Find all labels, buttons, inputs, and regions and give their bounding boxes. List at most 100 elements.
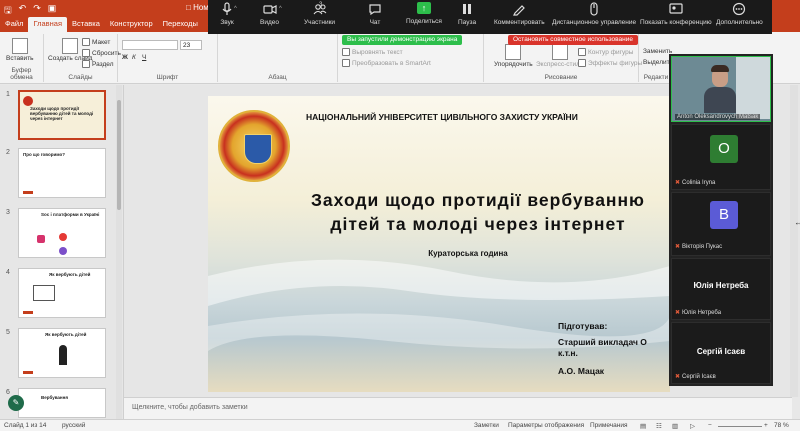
participants-count: 3 xyxy=(319,2,323,8)
replace-button[interactable]: Заменить xyxy=(643,48,672,55)
participant-video-feed xyxy=(704,65,736,113)
arrange-icon xyxy=(505,44,522,60)
thumb-accent xyxy=(23,311,33,314)
zoom-in-button[interactable]: + xyxy=(764,422,768,429)
show-meeting-button[interactable]: Показать конференцию xyxy=(640,2,712,26)
microphone-icon xyxy=(222,2,232,15)
notes-toggle[interactable]: Заметки xyxy=(474,422,499,429)
chat-button[interactable]: Чат xyxy=(368,2,382,26)
share-screen-icon: ↑ xyxy=(416,2,431,14)
display-settings[interactable]: Параметры отображения xyxy=(508,422,584,429)
slide-thumbnails-panel: 1 Заходи щодо протидії вербуванню дітей … xyxy=(0,85,124,419)
participants-button[interactable]: Участники 3 xyxy=(304,2,335,26)
participant-tile[interactable]: O ✖ Colinia Iryna xyxy=(671,124,771,190)
slides-group: Создать слайд Макет Сбросить Раздел Слай… xyxy=(44,34,121,82)
slide-thumbnail-2[interactable]: Про що говоримо? xyxy=(18,148,106,198)
participant-tile[interactable]: Юлія Нетреба ✖ Юлія Нетреба xyxy=(671,258,771,320)
window-title-fragment: □ Ном xyxy=(186,3,209,12)
reset-button[interactable]: Сбросить xyxy=(82,49,121,57)
annotate-button[interactable]: Комментировать xyxy=(494,2,545,26)
audio-button[interactable]: Звук ^ xyxy=(220,2,237,26)
emblem-icon xyxy=(23,96,33,106)
participant-name: Сергій Ісаєв xyxy=(682,373,716,380)
slide-canvas[interactable]: НАЦІОНАЛЬНИЙ УНІВЕРСИТЕТ ЦИВІЛЬНОГО ЗАХИ… xyxy=(208,96,670,392)
stop-share-button[interactable]: Остановить совместное использование xyxy=(508,35,638,45)
zoom-participants-panel: Anton Oleksandrovych Matsak O ✖ Colinia … xyxy=(669,54,773,386)
tab-file[interactable]: Файл xyxy=(0,17,28,32)
normal-view-icon[interactable]: ▤ xyxy=(640,422,646,430)
participant-tile[interactable]: Сергій Ісаєв ✖ Сергій Ісаєв xyxy=(671,322,771,384)
pen-tool-icon[interactable]: ✎ xyxy=(8,395,24,411)
resize-cursor-icon: ↔ xyxy=(794,217,800,227)
new-slide-icon xyxy=(62,38,79,54)
zoom-out-button[interactable]: − xyxy=(708,422,712,429)
slideshow-icon[interactable]: ▷ xyxy=(690,422,695,430)
video-caret-icon[interactable]: ^ xyxy=(279,6,282,12)
tab-insert[interactable]: Вставка xyxy=(67,17,105,32)
slide-subtitle: Кураторська година xyxy=(428,249,508,258)
slide-thumbnail-5[interactable]: Як вербують дітей xyxy=(18,328,106,378)
muted-mic-icon: ✖ xyxy=(675,374,681,380)
section-button[interactable]: Раздел xyxy=(82,60,113,68)
notes-placeholder: Щелкните, чтобы добавить заметки xyxy=(132,404,248,411)
youtube-icon xyxy=(59,233,67,241)
language-indicator[interactable]: русский xyxy=(62,422,85,429)
quick-styles-icon xyxy=(551,44,568,60)
italic-button[interactable]: К xyxy=(132,54,136,61)
video-button[interactable]: Видео ^ xyxy=(260,2,282,26)
notes-pane[interactable]: Щелкните, чтобы добавить заметки xyxy=(124,397,792,419)
share-screen-button[interactable]: ↑ Поделиться xyxy=(406,2,442,25)
underline-button[interactable]: Ч xyxy=(142,54,146,61)
shape-outline-icon xyxy=(578,48,586,56)
slide-vertical-scrollbar[interactable] xyxy=(790,85,798,397)
comments-toggle[interactable]: Примечания xyxy=(590,422,628,429)
thumb-number: 5 xyxy=(6,329,10,336)
participant-tile[interactable]: B ✖ Вікторія Пукас xyxy=(671,192,771,256)
align-text-button[interactable]: Выровнять текст xyxy=(342,48,403,56)
font-size-select[interactable]: 23 xyxy=(180,40,202,50)
align-text-icon xyxy=(342,48,350,56)
participant-tile-video[interactable]: Anton Oleksandrovych Matsak xyxy=(671,56,771,122)
remote-control-icon xyxy=(590,2,598,16)
reading-view-icon[interactable]: ▥ xyxy=(672,422,678,430)
slide-thumbnail-6[interactable]: Вербування xyxy=(18,388,106,418)
layout-button[interactable]: Макет xyxy=(82,38,110,46)
bold-button[interactable]: Ж xyxy=(122,54,128,61)
muted-mic-icon: ✖ xyxy=(675,180,681,186)
tab-design[interactable]: Конструктор xyxy=(105,17,158,32)
paste-icon xyxy=(11,38,28,54)
quick-styles-button[interactable]: Экспресс-стили xyxy=(536,44,584,68)
muted-mic-icon: ✖ xyxy=(675,310,681,316)
layout-icon xyxy=(82,38,90,46)
prepared-label: Підготував: xyxy=(558,321,608,331)
zoom-slider[interactable] xyxy=(718,426,762,427)
audio-caret-icon[interactable]: ^ xyxy=(234,6,237,12)
zoom-level[interactable]: 78 % xyxy=(774,422,789,429)
tab-transitions[interactable]: Переходы xyxy=(158,17,203,32)
video-camera-icon xyxy=(262,5,277,14)
prepared-initials: А.О. Мацак xyxy=(558,366,605,376)
chat-icon xyxy=(369,4,381,16)
pause-share-button[interactable]: Пауза xyxy=(458,2,476,26)
status-bar: Слайд 1 из 14 русский Заметки Параметры … xyxy=(0,419,800,431)
slide-thumbnail-1[interactable]: Заходи щодо протидії вербуванню дітей та… xyxy=(18,90,106,140)
prepared-by: Старший викладач О к.т.н. xyxy=(558,337,647,358)
smartart-button[interactable]: Преобразовать в SmartArt xyxy=(342,59,431,67)
instagram-icon xyxy=(37,235,45,243)
slide-thumbnail-3[interactable]: Soc і платформи в Україні xyxy=(18,208,106,258)
paste-button[interactable]: Вставить xyxy=(6,38,34,62)
arrange-button[interactable]: Упорядочить xyxy=(494,44,533,68)
more-button[interactable]: Дополнительно xyxy=(716,2,763,26)
tab-home[interactable]: Главная xyxy=(28,17,67,32)
shape-outline-button[interactable]: Контур фигуры xyxy=(578,48,633,56)
video-background xyxy=(736,57,770,119)
shape-effects-button[interactable]: Эффекты фигуры xyxy=(578,59,642,67)
thumb-number: 6 xyxy=(6,389,10,396)
font-family-select[interactable] xyxy=(122,40,178,50)
remote-control-button[interactable]: Дистанционное управление xyxy=(552,2,636,26)
slide-sorter-icon[interactable]: ☷ xyxy=(656,422,662,430)
thumbnails-scroll-thumb[interactable] xyxy=(117,100,121,210)
slide-thumbnail-4[interactable]: Як вербують дітей xyxy=(18,268,106,318)
slide-counter: Слайд 1 из 14 xyxy=(4,422,47,429)
clipboard-group: Вставить Буфер обмена xyxy=(0,34,44,82)
